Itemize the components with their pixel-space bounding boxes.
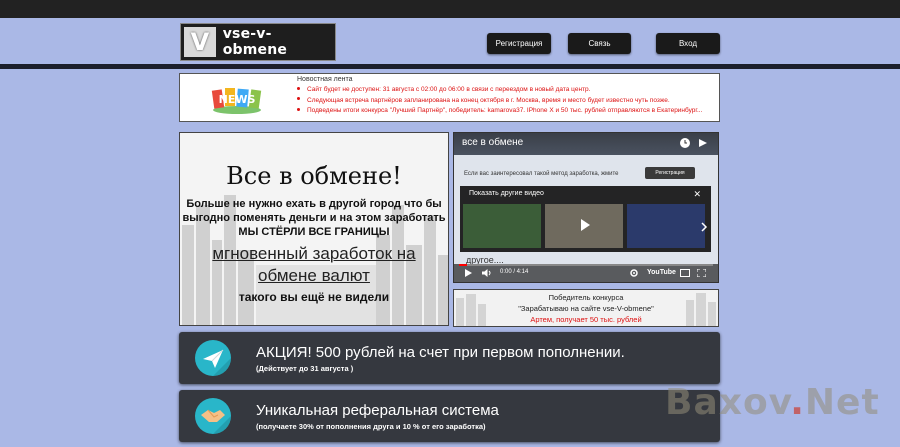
register-button[interactable]: Регистрация: [487, 33, 551, 54]
news-logo-text: NEWS: [219, 93, 256, 106]
video-controls: 0:00 / 4:14 YouTube: [454, 264, 718, 282]
promo-link-line[interactable]: мгновенный заработок на: [212, 244, 415, 263]
watermark: Baxov.Net: [665, 382, 880, 423]
news-feed: NEWS Новостная лента Сайт будет не досту…: [179, 73, 720, 122]
promo-panel: Все в обмене! Больше не нужно ехать в др…: [179, 132, 449, 326]
promo-footer: такого вы ещё не видели: [238, 290, 390, 304]
header: [0, 18, 900, 66]
news-item-text[interactable]: Следующая встреча партнёров запланирован…: [307, 97, 670, 104]
winner-contest-name: "Зарабатываю на сайте vse-V-obmene": [518, 304, 654, 313]
winner-heading: Победитель конкурса: [548, 293, 624, 302]
bullet-icon: [297, 86, 300, 90]
banner-note: (Действует до 31 августа ): [256, 364, 354, 373]
bullet-icon: [297, 107, 300, 111]
contact-button[interactable]: Связь: [568, 33, 631, 54]
header-divider: [0, 64, 900, 69]
banner-title: Уникальная реферальная система: [256, 402, 499, 419]
banner-note: (получаете 30% от пополнения друга и 10 …: [256, 422, 486, 431]
handshake-icon: [195, 398, 231, 434]
watermark-dot: .: [790, 382, 805, 423]
news-item-text[interactable]: Сайт будет не доступен: 31 августа с 02:…: [307, 86, 590, 93]
site-logo[interactable]: V vse-v-obmene: [180, 23, 336, 61]
chevron-right-icon[interactable]: [699, 222, 709, 232]
watermark-text: Net: [804, 382, 880, 423]
news-item-text[interactable]: Подведены итоги конкурса "Лучший Партнёр…: [307, 107, 702, 114]
youtube-logo[interactable]: YouTube: [647, 269, 676, 276]
video-title[interactable]: все в обмене: [462, 137, 523, 148]
gear-icon[interactable]: [630, 269, 638, 277]
video-caption: Если вас заинтересовал такой метод зараб…: [464, 171, 619, 177]
cast-icon[interactable]: [680, 269, 690, 277]
news-item[interactable]: Сайт будет не доступен: 31 августа с 02:…: [297, 85, 702, 96]
video-frame[interactable]: все в обмене Если вас заинтересовал тако…: [454, 133, 718, 282]
video-thumbnail[interactable]: [627, 204, 705, 248]
clock-share-icons[interactable]: [679, 137, 713, 149]
news-item[interactable]: Подведены итоги конкурса "Лучший Партнёр…: [297, 106, 702, 117]
news-title: Новостная лента: [297, 76, 353, 83]
more-videos-title: Показать другие видео: [469, 190, 544, 197]
play-icon[interactable]: [464, 269, 472, 277]
logo-text: vse-v-obmene: [222, 26, 288, 58]
progress-bar[interactable]: [459, 264, 713, 266]
more-videos-overlay: Показать другие видео ✕: [460, 186, 711, 252]
promo-subtitle-line: Больше не нужно ехать в другой город что…: [186, 198, 442, 210]
news-item[interactable]: Следующая встреча партнёров запланирован…: [297, 96, 702, 107]
close-icon[interactable]: ✕: [693, 189, 701, 200]
login-button[interactable]: Вход: [656, 33, 720, 54]
banner-title: АКЦИЯ! 500 рублей на счет при первом поп…: [256, 344, 625, 361]
promo-subtitle-line: МЫ СТЁРЛИ ВСЕ ГРАНИЦЫ: [238, 226, 390, 238]
logo-v-mark: V: [184, 27, 216, 57]
play-icon[interactable]: [581, 219, 590, 231]
top-bar: [0, 0, 900, 18]
progress-fill: [459, 264, 467, 266]
promo-subtitle: Больше не нужно ехать в другой город что…: [180, 197, 448, 239]
contest-winner-panel: Победитель конкурса "Зарабатываю на сайт…: [453, 289, 719, 327]
fullscreen-icon[interactable]: [697, 269, 706, 277]
promo-banner-referral[interactable]: Уникальная реферальная система (получает…: [179, 390, 720, 442]
video-player[interactable]: все в обмене Если вас заинтересовал тако…: [453, 132, 719, 283]
watermark-text: Baxov: [665, 382, 791, 423]
video-time: 0:00 / 4:14: [500, 269, 529, 275]
volume-icon[interactable]: [482, 269, 492, 277]
bullet-icon: [297, 97, 300, 101]
video-thumbnail[interactable]: [463, 204, 541, 248]
news-logo-icon: NEWS: [211, 88, 262, 114]
promo-title: Все в обмене!: [226, 162, 402, 190]
winner-name: Артем, получает 50 тыс. рублей: [530, 315, 642, 324]
promo-banner-bonus[interactable]: АКЦИЯ! 500 рублей на счет при первом поп…: [179, 332, 720, 384]
promo-subtitle-line: выгодно поменять деньги и на этом зарабо…: [182, 212, 446, 224]
promo-link-line[interactable]: обмене валют: [258, 266, 370, 285]
paper-plane-icon: [195, 340, 231, 376]
news-list: Сайт будет не доступен: 31 августа с 02:…: [297, 85, 702, 117]
video-register-button[interactable]: Регистрация: [645, 167, 695, 179]
promo-link[interactable]: мгновенный заработок на обмене валют: [180, 243, 448, 287]
